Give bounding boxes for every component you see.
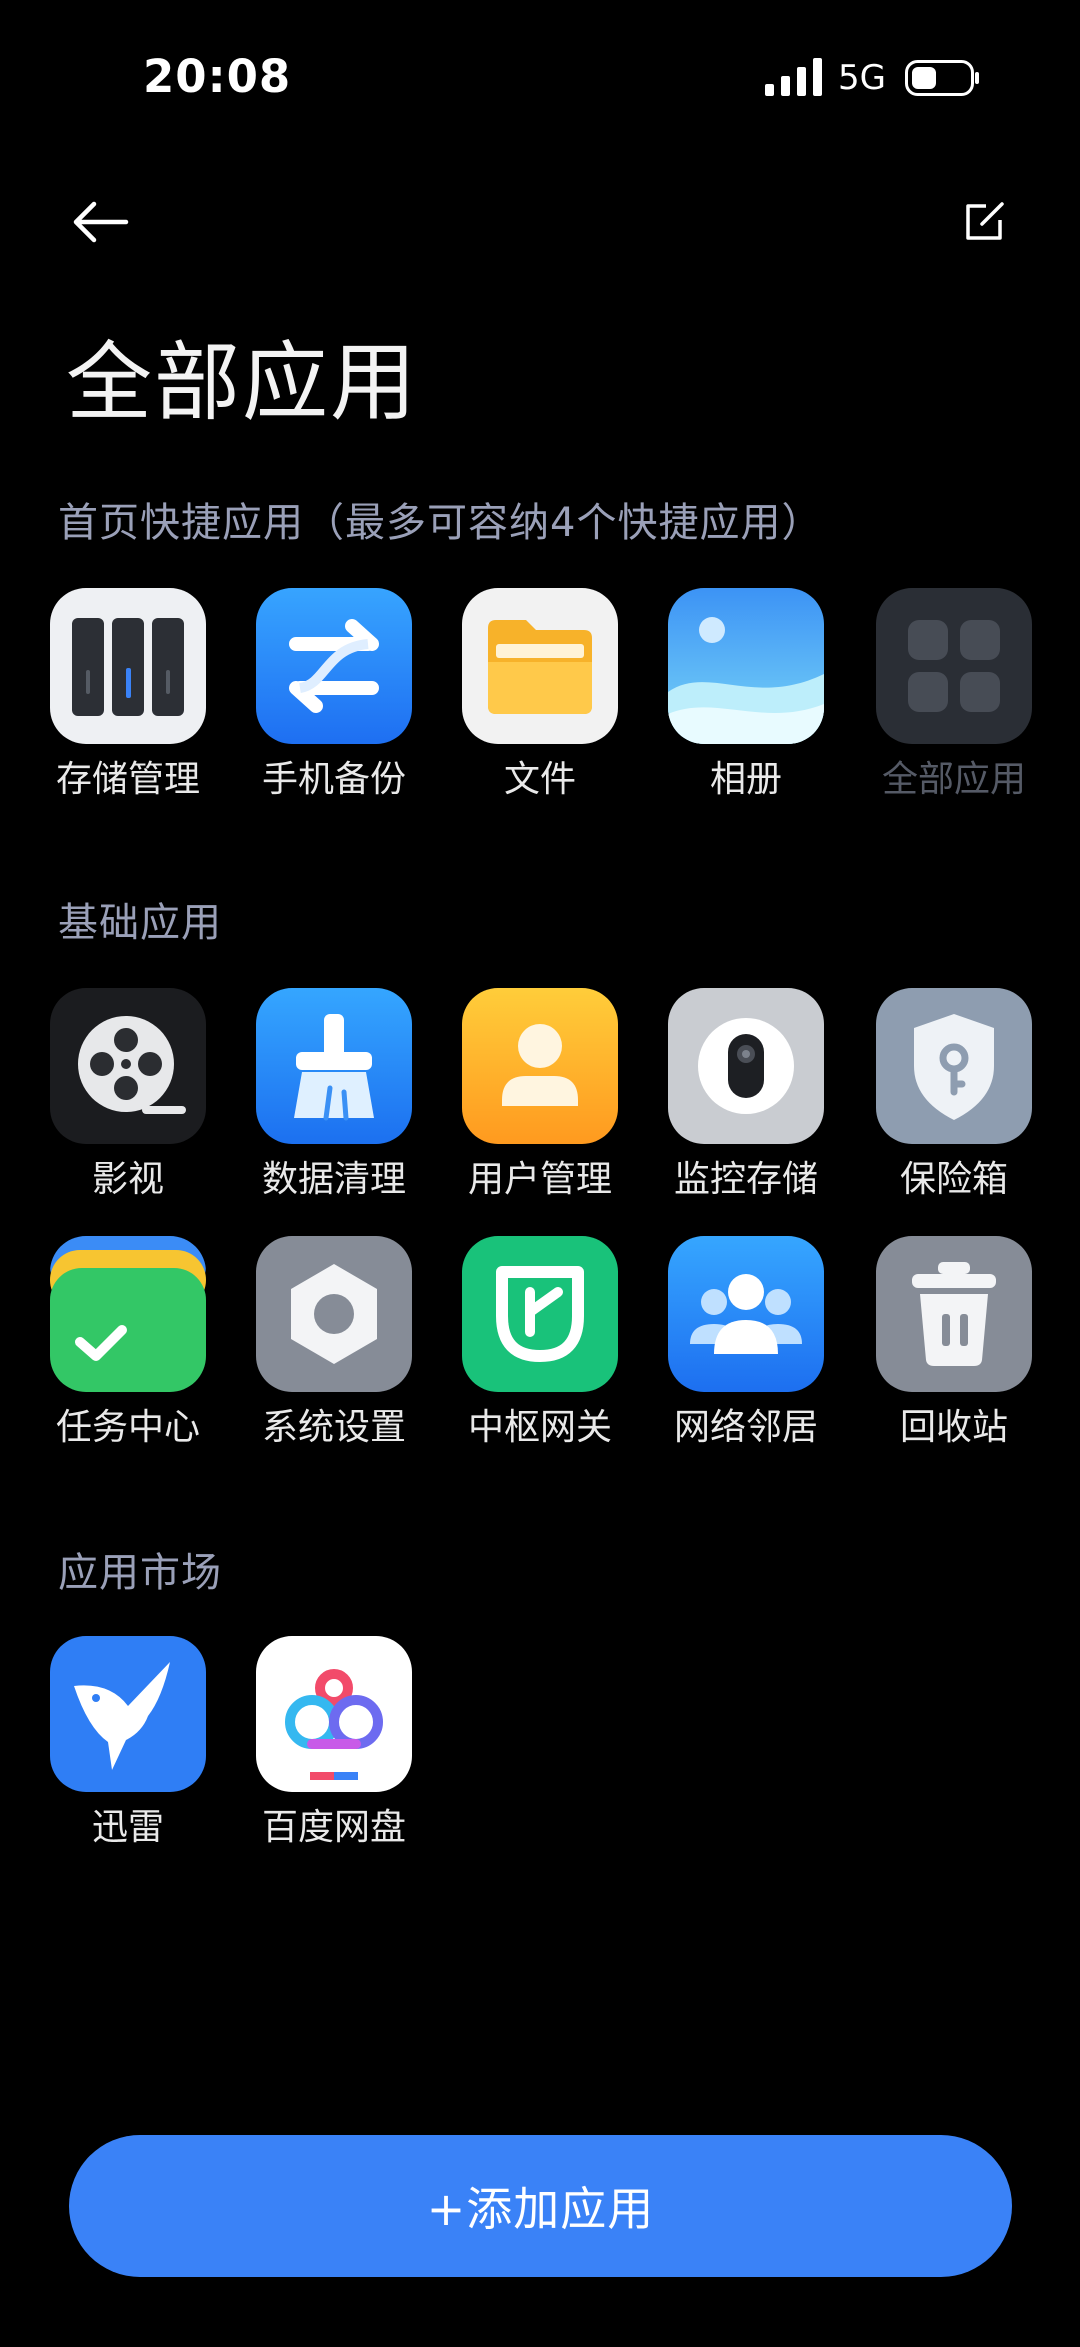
app-label: 相册 — [709, 759, 782, 800]
app-label: 中枢网关 — [467, 1407, 612, 1448]
app-baidu-netdisk[interactable]: 百度网盘 — [254, 1636, 414, 1848]
storage-icon — [50, 588, 206, 744]
folder-icon — [462, 588, 618, 744]
app-label: 系统设置 — [261, 1407, 406, 1448]
app-label: 数据清理 — [261, 1159, 406, 1200]
app-label: 影视 — [91, 1159, 164, 1200]
status-time: 20:08 — [143, 50, 292, 103]
backup-icon — [256, 588, 412, 744]
hex-nut-icon — [256, 1236, 412, 1392]
hummingbird-icon — [50, 1636, 206, 1792]
edit-button[interactable] — [948, 186, 1020, 258]
task-check-icon — [50, 1236, 206, 1392]
status-bar: 20:08 5G — [0, 0, 1080, 160]
section-title-basic-apps: 基础应用 — [58, 900, 222, 946]
app-label: 回收站 — [899, 1407, 1008, 1448]
back-button[interactable] — [60, 190, 140, 254]
app-network-neighborhood[interactable]: 网络邻居 — [666, 1236, 826, 1448]
app-recycle-bin[interactable]: 回收站 — [874, 1236, 1034, 1448]
all-apps-icon — [876, 588, 1032, 744]
app-label: 保险箱 — [899, 1159, 1008, 1200]
app-phone-backup[interactable]: 手机备份 — [254, 588, 414, 800]
arrow-left-icon — [73, 201, 129, 243]
app-hub-gateway[interactable]: 中枢网关 — [460, 1236, 620, 1448]
app-all-apps[interactable]: 全部应用 — [874, 588, 1034, 800]
camera-icon — [668, 988, 824, 1144]
app-task-center[interactable]: 任务中心 — [48, 1236, 208, 1448]
app-user-management[interactable]: 用户管理 — [460, 988, 620, 1200]
mi-home-icon — [462, 1236, 618, 1392]
album-icon — [668, 588, 824, 744]
broom-icon — [256, 988, 412, 1144]
app-label: 监控存储 — [673, 1159, 818, 1200]
app-label: 百度网盘 — [261, 1807, 406, 1848]
app-album[interactable]: 相册 — [666, 588, 826, 800]
trash-icon — [876, 1236, 1032, 1392]
cloud-icon — [256, 1636, 412, 1792]
app-storage-management[interactable]: 存储管理 — [48, 588, 208, 800]
user-icon — [462, 988, 618, 1144]
app-video[interactable]: 影视 — [48, 988, 208, 1200]
app-label: 迅雷 — [91, 1807, 164, 1848]
people-icon — [668, 1236, 824, 1392]
app-label: 用户管理 — [467, 1159, 612, 1200]
add-app-button[interactable]: +添加应用 — [69, 2135, 1012, 2277]
app-label: 网络邻居 — [673, 1407, 818, 1448]
app-safe-box[interactable]: 保险箱 — [874, 988, 1034, 1200]
app-surveillance-storage[interactable]: 监控存储 — [666, 988, 826, 1200]
shield-lock-icon — [876, 988, 1032, 1144]
app-system-settings[interactable]: 系统设置 — [254, 1236, 414, 1448]
film-reel-icon — [50, 988, 206, 1144]
page-title: 全部应用 — [66, 333, 418, 433]
app-label: 任务中心 — [55, 1407, 200, 1448]
app-files[interactable]: 文件 — [460, 588, 620, 800]
app-xunlei[interactable]: 迅雷 — [48, 1636, 208, 1848]
signal-icon — [765, 58, 822, 96]
app-label: 手机备份 — [261, 759, 406, 800]
edit-icon — [966, 202, 1004, 240]
app-label: 全部应用 — [881, 759, 1026, 800]
network-type: 5G — [838, 58, 886, 98]
app-label: 存储管理 — [55, 759, 200, 800]
app-data-cleanup[interactable]: 数据清理 — [254, 988, 414, 1200]
section-title-shortcuts: 首页快捷应用（最多可容纳4个快捷应用） — [58, 500, 823, 546]
app-label: 文件 — [503, 759, 576, 800]
section-title-app-market: 应用市场 — [58, 1550, 222, 1596]
battery-icon — [905, 60, 979, 96]
